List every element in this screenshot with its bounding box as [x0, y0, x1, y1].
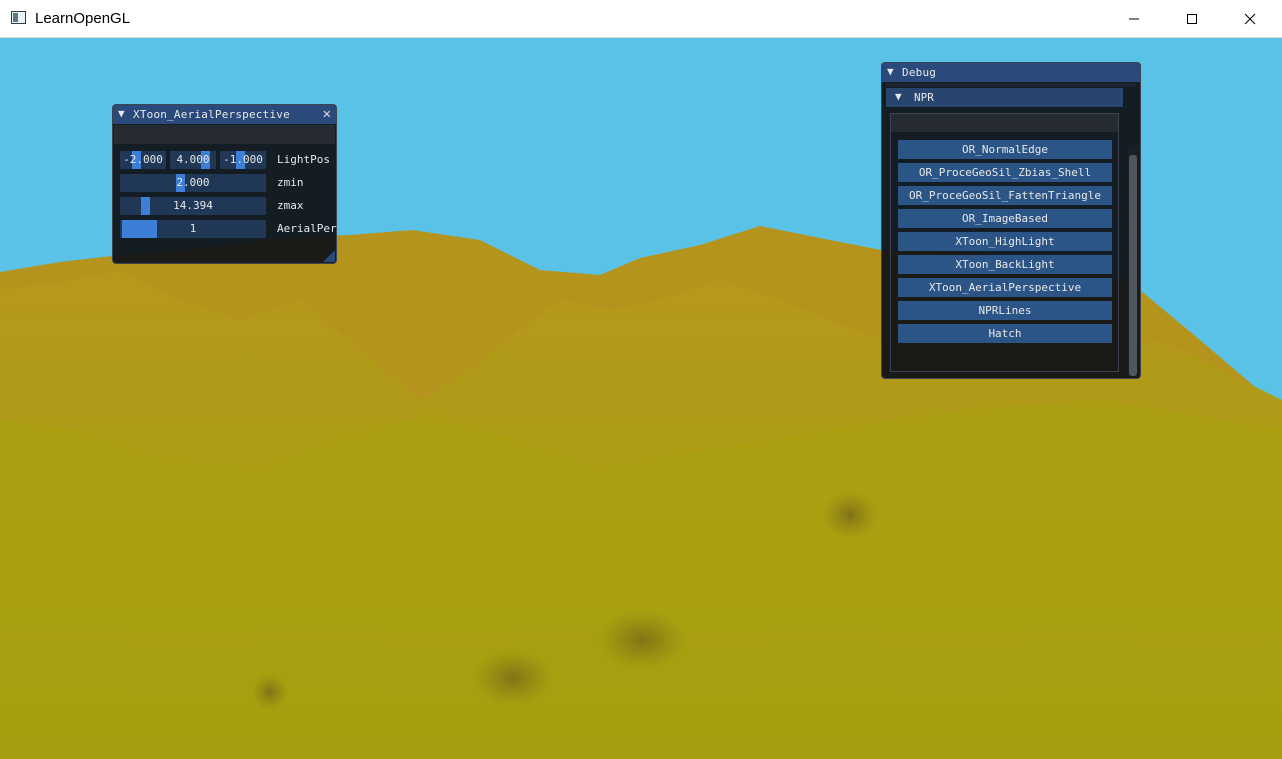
npr-button-xtoon-highlight[interactable]: XToon_HighLight [898, 232, 1112, 251]
zmin-slider[interactable]: 2.000 [120, 174, 266, 192]
window-title: LearnOpenGL [35, 10, 131, 27]
slider-grab[interactable] [141, 197, 150, 215]
lightpos-z-value: -1.000 [223, 153, 263, 166]
zmax-slider[interactable]: 14.394 [120, 197, 266, 215]
collapse-arrow-icon[interactable]: ▼ [887, 65, 894, 78]
aerial-label: AerialPer [277, 222, 337, 235]
debug-panel-separator [886, 83, 1136, 87]
npr-button-hatch[interactable]: Hatch [898, 324, 1112, 343]
npr-button-xtoon-aerial[interactable]: XToon_AerialPerspective [898, 278, 1112, 297]
npr-header-label: NPR [914, 91, 934, 104]
aerial-slider[interactable]: 1 [120, 220, 266, 238]
lightpos-x-slider[interactable]: -2.000 [120, 151, 166, 169]
xtoon-panel-titlebar[interactable]: ▼ XToon_AerialPerspective ✕ [113, 105, 336, 124]
lightpos-label: LightPos [277, 153, 330, 166]
debug-scrollbar-thumb[interactable] [1129, 155, 1137, 376]
close-icon[interactable]: ✕ [323, 106, 331, 122]
npr-button-fatten-triangle[interactable]: OR_ProceGeoSil_FattenTriangle [898, 186, 1112, 205]
debug-panel-titlebar[interactable]: ▼ Debug [882, 63, 1140, 82]
npr-child-menubar [891, 114, 1118, 132]
resize-grip-icon[interactable] [323, 250, 335, 262]
window-titlebar[interactable]: LearnOpenGL [0, 0, 1282, 38]
lightpos-y-slider[interactable]: 4.000 [170, 151, 216, 169]
npr-button-zbias-shell[interactable]: OR_ProceGeoSil_Zbias_Shell [898, 163, 1112, 182]
npr-button-normal-edge[interactable]: OR_NormalEdge [898, 140, 1112, 159]
minimize-button[interactable] [1105, 0, 1163, 37]
xtoon-aerial-panel[interactable]: ▼ XToon_AerialPerspective ✕ -2.000 4.000… [112, 104, 337, 264]
debug-panel[interactable]: ▼ Debug ▼ NPR OR_NormalEdge OR_ProceGeoS… [881, 62, 1141, 379]
xtoon-panel-menubar [114, 125, 335, 144]
maximize-button[interactable] [1163, 0, 1221, 37]
collapse-arrow-icon: ▼ [895, 90, 902, 103]
minimize-icon [1129, 18, 1139, 19]
npr-button-image-based[interactable]: OR_ImageBased [898, 209, 1112, 228]
collapse-arrow-icon[interactable]: ▼ [118, 107, 125, 120]
zmax-value: 14.394 [173, 199, 213, 212]
lightpos-x-value: -2.000 [123, 153, 163, 166]
close-icon [1244, 13, 1256, 24]
npr-collapsing-header[interactable]: ▼ NPR [886, 88, 1123, 107]
lightpos-z-slider[interactable]: -1.000 [220, 151, 266, 169]
npr-button-npr-lines[interactable]: NPRLines [898, 301, 1112, 320]
aerial-value: 1 [189, 222, 197, 235]
npr-child-region: OR_NormalEdge OR_ProceGeoSil_Zbias_Shell… [890, 113, 1119, 372]
zmin-label: zmin [277, 176, 304, 189]
app-window-icon [11, 11, 26, 24]
xtoon-panel-title: XToon_AerialPerspective [133, 108, 290, 121]
slider-grab[interactable] [122, 220, 157, 238]
close-button[interactable] [1221, 0, 1279, 37]
debug-panel-title: Debug [902, 66, 937, 79]
zmax-label: zmax [277, 199, 304, 212]
lightpos-y-value: 4.000 [176, 153, 210, 166]
maximize-icon [1187, 13, 1197, 24]
zmin-value: 2.000 [176, 176, 210, 189]
npr-button-xtoon-backlight[interactable]: XToon_BackLight [898, 255, 1112, 274]
